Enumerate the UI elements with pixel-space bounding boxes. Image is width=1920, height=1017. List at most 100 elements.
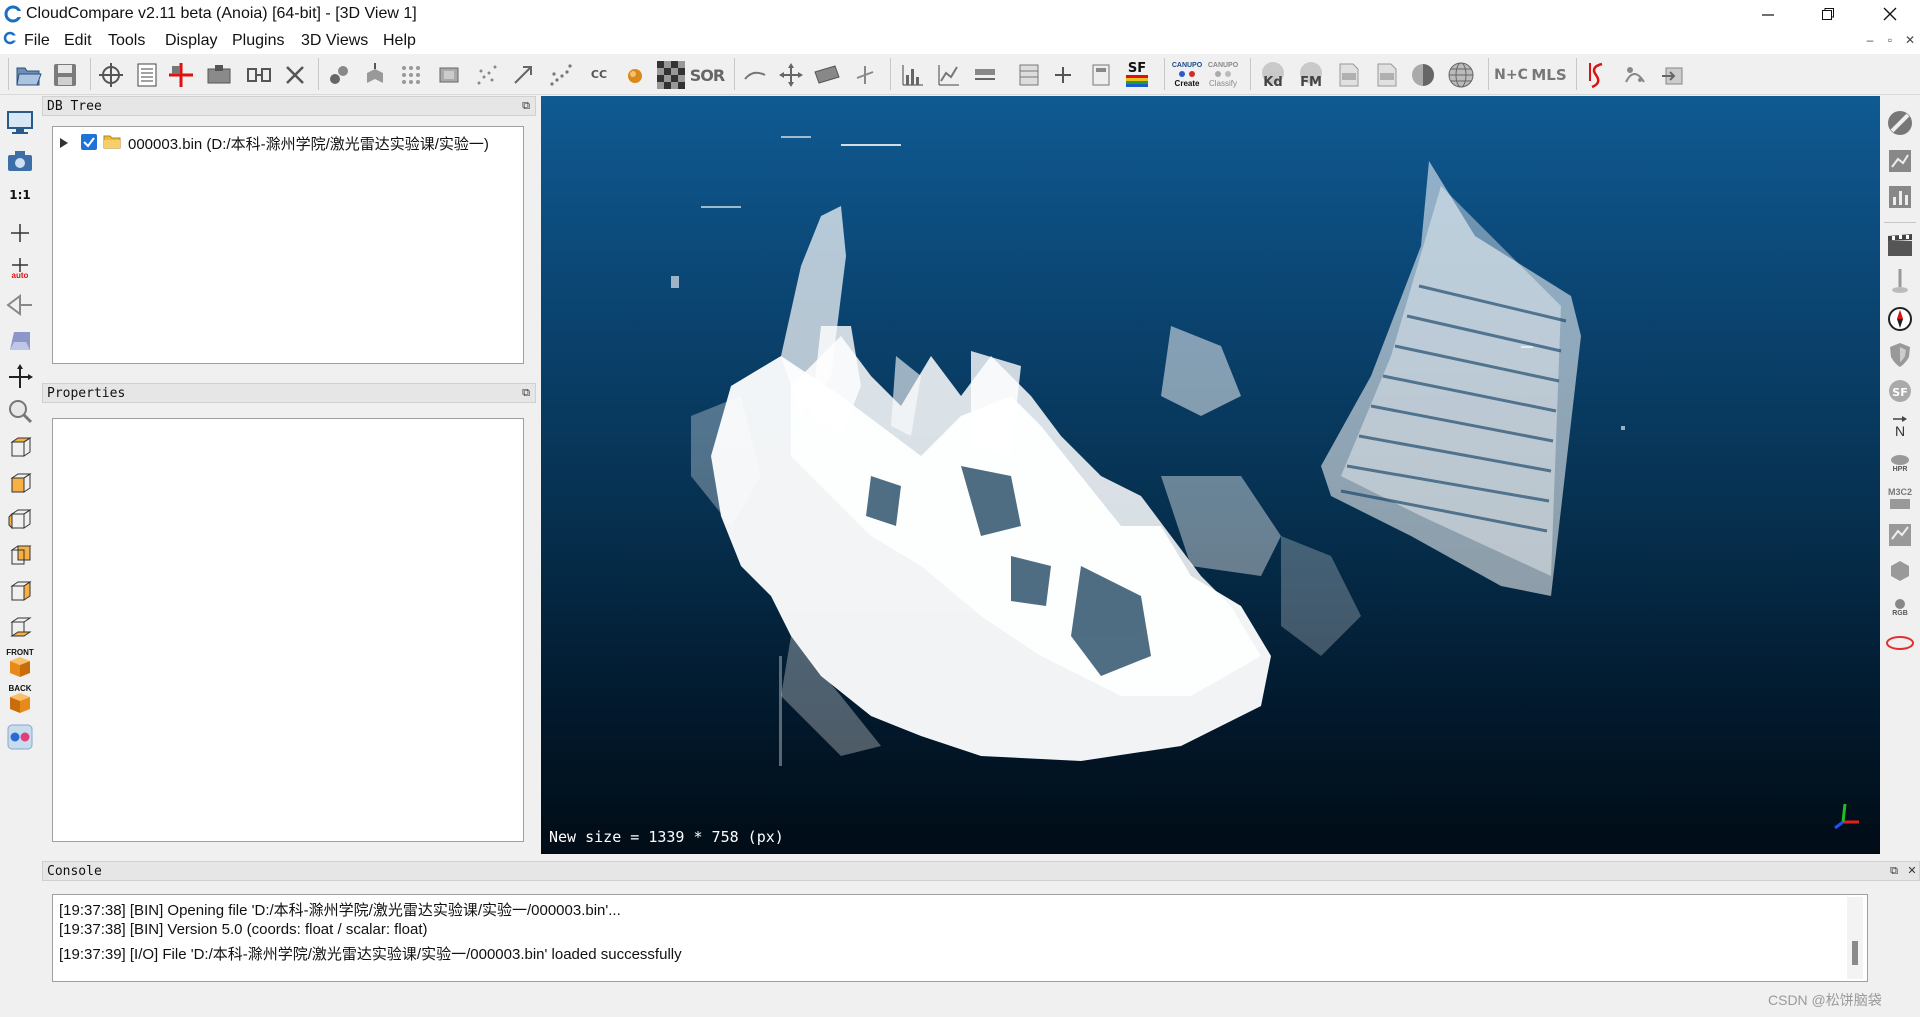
menu-plugins[interactable]: Plugins [232, 32, 284, 50]
view-left-icon[interactable] [4, 504, 36, 534]
expand-arrow-icon[interactable] [59, 136, 69, 153]
mdi-close-icon[interactable]: ✕ [1900, 31, 1920, 49]
hpr-icon[interactable]: HPR [1884, 448, 1916, 478]
3d-view[interactable]: New size = 1339 * 758 (px) [541, 96, 1880, 854]
mdi-minimize-icon[interactable]: – [1860, 31, 1880, 49]
scalar-field-icon[interactable]: SF [1122, 60, 1152, 90]
perspective-icon[interactable] [4, 290, 36, 320]
point-pair-icon[interactable] [740, 60, 770, 90]
view-iso-front-icon[interactable]: FRONT [4, 648, 36, 678]
menu-help[interactable]: Help [383, 32, 416, 50]
mdi-restore-icon[interactable]: ▫ [1880, 31, 1900, 49]
auto-pick-center-icon[interactable]: auto [4, 254, 36, 284]
console-close-icon[interactable]: ✕ [1905, 864, 1919, 878]
save-icon[interactable] [50, 60, 80, 90]
menu-file[interactable]: File [24, 32, 50, 50]
view-iso-back-icon[interactable]: BACK [4, 684, 36, 714]
db-tree-checkbox[interactable] [81, 134, 97, 150]
apply-transform-icon[interactable] [1658, 60, 1688, 90]
lighting-icon[interactable] [4, 326, 36, 356]
compute-normals-icon[interactable]: N+C [1494, 60, 1528, 90]
filter-table-icon[interactable] [1014, 60, 1044, 90]
kd-tree-icon[interactable]: Kd [1258, 60, 1288, 90]
crop-icon[interactable] [434, 60, 464, 90]
sample-mesh-icon[interactable] [472, 60, 502, 90]
camera-icon[interactable] [4, 146, 36, 176]
csv-export-icon[interactable] [1372, 60, 1402, 90]
csv-matrix-icon[interactable] [1334, 60, 1364, 90]
restore-icon[interactable] [1800, 0, 1856, 28]
section-icon[interactable] [1582, 60, 1612, 90]
console-scrollbar[interactable] [1847, 897, 1863, 979]
menu-tools[interactable]: Tools [108, 32, 145, 50]
dip-direction-icon[interactable] [850, 60, 880, 90]
open-folder-icon[interactable] [14, 60, 44, 90]
move-icon[interactable] [776, 60, 806, 90]
stereo-icon[interactable] [4, 722, 36, 752]
sor-filter-icon[interactable]: SOR [690, 60, 725, 90]
plot-icon[interactable] [934, 60, 964, 90]
cloud-layers-icon[interactable] [1620, 60, 1650, 90]
close-icon[interactable] [1862, 0, 1918, 28]
octree-icon[interactable] [396, 60, 426, 90]
subsample-icon[interactable] [324, 60, 354, 90]
center-icon[interactable] [4, 218, 36, 248]
rgb-icon[interactable]: RGB [1884, 592, 1916, 622]
globe-icon[interactable] [1446, 60, 1476, 90]
console-log[interactable]: [19:37:38] [BIN] Opening file 'D:/本科-滁州学… [52, 894, 1868, 982]
compass-icon[interactable] [1884, 304, 1916, 334]
normal-orient-icon[interactable]: N [1884, 412, 1916, 442]
plugin-matrix-icon[interactable] [1884, 520, 1916, 550]
normals-icon[interactable] [360, 60, 390, 90]
distance-icon[interactable] [546, 60, 576, 90]
delete-icon[interactable] [280, 60, 310, 90]
view-back-icon[interactable] [4, 540, 36, 570]
plugin-chart-icon[interactable] [1884, 146, 1916, 176]
canupo-create-icon[interactable]: CANUPO Create [1172, 60, 1202, 90]
plugin-stats-icon[interactable] [1884, 182, 1916, 212]
registration-icon[interactable] [508, 60, 538, 90]
view-right-icon[interactable] [4, 576, 36, 606]
merge-icon[interactable] [244, 60, 274, 90]
properties-float-icon[interactable]: ⧉ [519, 386, 533, 400]
m3c2-icon[interactable]: M3C2 [1884, 484, 1916, 514]
color-blend-icon[interactable] [620, 60, 650, 90]
point-picking-icon[interactable] [96, 60, 126, 90]
zoom-icon[interactable] [4, 396, 36, 426]
slice-pin-icon[interactable] [1884, 266, 1916, 296]
db-tree-float-icon[interactable]: ⧉ [519, 99, 533, 113]
menu-edit[interactable]: Edit [64, 32, 92, 50]
sphere-icon[interactable] [1408, 60, 1438, 90]
checkerboard-icon[interactable] [656, 60, 686, 90]
sf-range-icon[interactable] [970, 60, 1000, 90]
view-bottom-icon[interactable] [4, 612, 36, 642]
properties-list-icon[interactable] [132, 60, 162, 90]
translate-rotate-icon[interactable] [166, 60, 196, 90]
console-float-icon[interactable]: ⧉ [1887, 864, 1901, 878]
plane-fit-icon[interactable] [812, 60, 842, 90]
zoom-one-to-one-icon[interactable]: 1:1 [4, 180, 36, 210]
monitor-icon[interactable] [4, 108, 36, 138]
clapper-icon[interactable] [1884, 230, 1916, 260]
segment-icon[interactable] [204, 60, 234, 90]
shield-icon[interactable] [1884, 340, 1916, 370]
add-icon[interactable] [1048, 60, 1078, 90]
ellipse-icon[interactable] [1884, 628, 1916, 658]
mls-smooth-icon[interactable]: MLS [1531, 60, 1566, 90]
label-connected-components-icon[interactable]: CC [584, 60, 614, 90]
minimize-icon[interactable] [1740, 0, 1796, 28]
menu-display[interactable]: Display [165, 32, 217, 50]
sf-plugin-icon[interactable]: SF [1884, 376, 1916, 406]
db-tree-item-label[interactable]: 000003.bin (D:/本科-滁州学院/激光雷达实验课/实验一) [128, 133, 489, 154]
hexagon-icon[interactable] [1884, 556, 1916, 586]
no-entry-icon[interactable] [1884, 108, 1916, 138]
canupo-classify-icon[interactable]: CANUPO Classify [1208, 60, 1238, 90]
menu-3d-views[interactable]: 3D Views [301, 32, 368, 50]
facets-icon[interactable]: FM [1296, 60, 1326, 90]
view-top-icon[interactable] [4, 432, 36, 462]
calculator-icon[interactable] [1086, 60, 1116, 90]
view-front-icon[interactable] [4, 468, 36, 498]
console-scrollbar-thumb[interactable] [1852, 941, 1858, 965]
histogram-icon[interactable] [898, 60, 928, 90]
rotation-axis-icon[interactable] [4, 362, 36, 392]
